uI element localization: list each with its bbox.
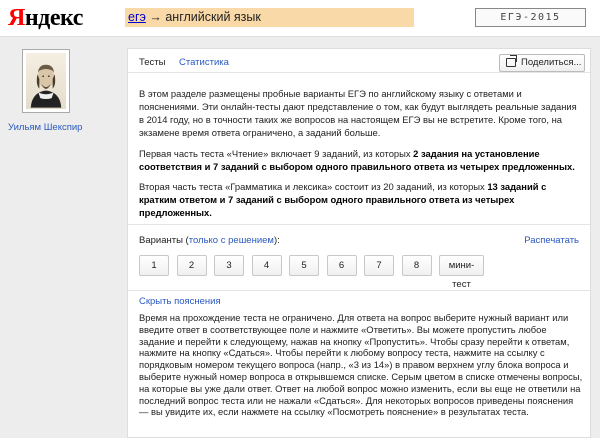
variant-button-2[interactable]: 2 — [176, 255, 207, 276]
only-solved-link[interactable]: только с решением — [189, 235, 274, 246]
variant-button-7[interactable]: 7 — [364, 255, 394, 276]
description-paragraph-1: В этом разделе размещены пробные вариант… — [139, 88, 577, 138]
hide-explanations-link[interactable]: Скрыть пояснения — [139, 296, 221, 307]
variants-label-end: ): — [273, 235, 280, 246]
print-link[interactable]: Распечатать — [524, 235, 579, 246]
variant-button-3[interactable]: 3 — [214, 255, 244, 276]
portrait-image — [26, 53, 66, 109]
variants-label: Варианты (только с решением): — [139, 235, 280, 246]
variants-section: Варианты (только с решением): Распечатат… — [128, 224, 590, 291]
share-button-label: Поделиться... — [521, 57, 582, 68]
variant-button-6[interactable]: 6 — [326, 255, 357, 276]
breadcrumb-arrow: → — [145, 10, 166, 24]
variant-button-5[interactable]: 5 — [289, 255, 319, 276]
reading-part-text: Первая часть теста «Чтение» включает 9 з… — [139, 147, 414, 159]
share-icon — [506, 55, 517, 67]
tab-tests[interactable]: Тесты — [139, 57, 165, 68]
yandex-logo[interactable]: Яндекс — [8, 5, 83, 32]
grammar-part-text: Вторая часть теста «Грамматика и лексика… — [139, 181, 488, 193]
sidebar: Уильям Шекспир — [0, 37, 120, 438]
variant-button-1[interactable]: 1 — [139, 255, 169, 276]
mini-test-button[interactable]: мини-тест — [439, 255, 484, 290]
logo-rest: ндекс — [24, 5, 84, 31]
breadcrumb: егэ → английский язык — [125, 8, 414, 27]
logo-first-letter: Я — [8, 5, 25, 31]
test-panel: Тесты Статистика Поделиться... В этом ра… — [127, 48, 591, 438]
share-button[interactable]: Поделиться... — [499, 54, 585, 72]
variants-label-start: Варианты ( — [139, 235, 189, 246]
test-description: В этом разделе размещены пробные вариант… — [139, 88, 584, 228]
description-paragraph-3: Вторая часть теста «Грамматика и лексика… — [139, 181, 584, 220]
page-title: английский язык — [165, 10, 261, 24]
tab-statistics[interactable]: Статистика — [179, 57, 229, 68]
author-name-link[interactable]: Уильям Шекспир — [8, 122, 82, 133]
variant-button-4[interactable]: 4 — [251, 255, 282, 276]
header: Яндекс егэ → английский язык ЕГЭ-2015 — [0, 0, 600, 37]
variant-button-8[interactable]: 8 — [401, 255, 432, 276]
tabs-bar: Тесты Статистика Поделиться... — [128, 49, 590, 73]
author-portrait[interactable] — [22, 49, 70, 113]
breadcrumb-ege-link[interactable]: егэ — [128, 10, 146, 24]
ege-2015-badge: ЕГЭ-2015 — [475, 8, 586, 27]
description-paragraph-2: Первая часть теста «Чтение» включает 9 з… — [139, 148, 584, 174]
instructions-text: Время на прохождение теста не ограничено… — [139, 312, 583, 418]
